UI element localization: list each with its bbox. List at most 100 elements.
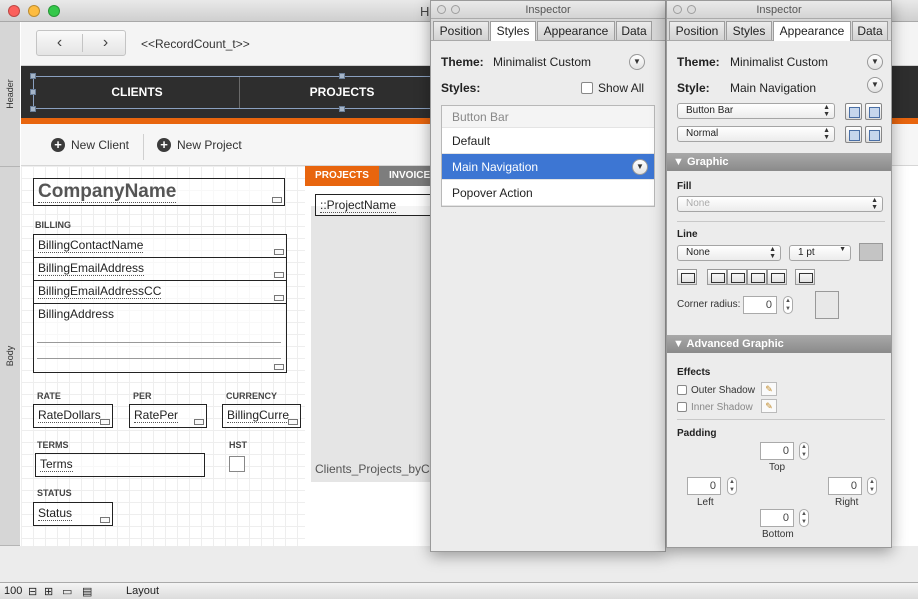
- billing-email-field[interactable]: BillingEmailAddress: [33, 257, 287, 281]
- status-field[interactable]: Status: [33, 502, 113, 526]
- padding-right-input[interactable]: 0: [828, 477, 862, 495]
- border-right-icon[interactable]: [727, 269, 747, 285]
- mode-label[interactable]: Layout: [126, 585, 159, 597]
- tab-appearance[interactable]: Appearance: [773, 21, 851, 41]
- minimize-window-button[interactable]: [28, 5, 40, 17]
- outer-shadow-edit-icon[interactable]: ✎: [761, 382, 777, 396]
- project-name-field[interactable]: ::ProjectName: [315, 194, 445, 216]
- fill-popup[interactable]: None ▲ ▼: [677, 196, 883, 212]
- revert-style-icon[interactable]: [865, 103, 882, 120]
- button-bar-selection[interactable]: [33, 76, 433, 109]
- padding-top-stepper[interactable]: ▲ ▼: [799, 442, 809, 460]
- tab-position[interactable]: Position: [669, 21, 725, 40]
- line-color-swatch[interactable]: [859, 243, 883, 261]
- theme-menu-button[interactable]: ▼: [629, 54, 645, 70]
- object-state-popup[interactable]: Normal ▲ ▼: [677, 126, 835, 142]
- zoom-out-icon[interactable]: ⊟: [28, 585, 37, 598]
- line-width-popup[interactable]: 1 pt ▼: [789, 245, 851, 261]
- border-left-icon[interactable]: [767, 269, 787, 285]
- padding-right-stepper[interactable]: ▲ ▼: [867, 477, 877, 495]
- part-tab-body[interactable]: Body: [0, 167, 20, 546]
- rate-field[interactable]: RateDollars: [33, 404, 113, 428]
- style-item-main-navigation[interactable]: Main Navigation ▼: [442, 154, 654, 180]
- billing-email-cc-field[interactable]: BillingEmailAddressCC: [33, 280, 287, 304]
- new-project-button[interactable]: + New Project: [157, 138, 242, 152]
- new-client-button[interactable]: + New Client: [51, 138, 129, 152]
- copy-style-icon[interactable]: [845, 126, 862, 143]
- currency-field[interactable]: BillingCurre: [222, 404, 301, 428]
- part-rail: Header Body: [0, 22, 20, 546]
- portal-name-label: Clients_Projects_byC: [315, 462, 430, 476]
- tab-position[interactable]: Position: [433, 21, 489, 40]
- corner-selector[interactable]: [815, 291, 839, 319]
- border-all-icon[interactable]: [677, 269, 697, 285]
- toggle-part-icon[interactable]: ▭: [62, 585, 72, 598]
- resize-handle[interactable]: [339, 73, 345, 79]
- tab-styles[interactable]: Styles: [490, 21, 536, 41]
- line-style-popup[interactable]: None ▲ ▼: [677, 245, 781, 261]
- object-part-popup[interactable]: Button Bar ▲ ▼: [677, 103, 835, 119]
- show-all-label: Show All: [598, 81, 645, 95]
- padding-bottom-input[interactable]: 0: [760, 509, 794, 527]
- resize-handle[interactable]: [339, 106, 345, 112]
- next-record-button[interactable]: ›: [83, 31, 128, 55]
- tab-data[interactable]: Data: [616, 21, 652, 40]
- graphic-section-header[interactable]: ▼ Graphic: [667, 153, 891, 171]
- inspector-appearance-window: Inspector Position Styles Appearance Dat…: [666, 0, 892, 548]
- tab-styles[interactable]: Styles: [726, 21, 772, 40]
- padding-left-stepper[interactable]: ▲ ▼: [727, 477, 737, 495]
- corner-radius-input[interactable]: 0: [743, 296, 777, 314]
- record-count-merge-field[interactable]: <<RecordCount_t>>: [141, 37, 250, 51]
- advanced-graphic-section-header[interactable]: ▼ Advanced Graphic: [667, 335, 891, 353]
- styles-label: Styles:: [441, 81, 481, 95]
- zoom-window-button[interactable]: [48, 5, 60, 17]
- close-inspector-button[interactable]: [673, 5, 682, 14]
- padding-bottom-stepper[interactable]: ▲ ▼: [799, 509, 809, 527]
- per-field[interactable]: RatePer: [129, 404, 207, 428]
- tab-data[interactable]: Data: [852, 21, 888, 40]
- style-options-button[interactable]: ▼: [632, 159, 648, 175]
- projects-portal[interactable]: [311, 206, 441, 482]
- close-inspector-button[interactable]: [437, 5, 446, 14]
- toggle-toolbar-icon[interactable]: ▤: [82, 585, 92, 598]
- style-item-popover-action[interactable]: Popover Action: [442, 180, 654, 206]
- hst-checkbox[interactable]: [229, 456, 245, 472]
- corner-radius-label: Corner radius:: [677, 299, 741, 310]
- terms-field[interactable]: Terms: [35, 453, 205, 477]
- zoom-level[interactable]: 100: [4, 585, 22, 597]
- border-top-icon[interactable]: [707, 269, 727, 285]
- previous-record-button[interactable]: ‹: [37, 31, 82, 55]
- zoom-in-icon[interactable]: ⊞: [44, 585, 53, 598]
- style-menu-button[interactable]: ▼: [867, 77, 883, 93]
- theme-menu-button[interactable]: ▼: [867, 54, 883, 70]
- corner-radius-stepper[interactable]: ▲ ▼: [783, 296, 793, 314]
- inner-shadow-checkbox[interactable]: [677, 402, 687, 412]
- border-inner-icon[interactable]: [795, 269, 815, 285]
- inspector-title-bar[interactable]: Inspector: [431, 1, 665, 19]
- billing-contact-field[interactable]: BillingContactName: [33, 234, 287, 258]
- paste-style-icon[interactable]: [865, 126, 882, 143]
- styles-list: Button Bar Default Main Navigation ▼ Popo…: [441, 105, 655, 207]
- portal-tab-projects[interactable]: PROJECTS: [305, 166, 379, 186]
- part-label-body: Body: [5, 345, 15, 367]
- resize-handle[interactable]: [30, 73, 36, 79]
- style-item-default[interactable]: Default: [442, 128, 654, 154]
- show-all-checkbox[interactable]: [581, 82, 593, 94]
- billing-address-field[interactable]: BillingAddress: [33, 303, 287, 373]
- outer-shadow-checkbox[interactable]: [677, 385, 687, 395]
- resize-handle[interactable]: [30, 106, 36, 112]
- minimize-inspector-button[interactable]: [451, 5, 460, 14]
- inner-shadow-edit-icon[interactable]: ✎: [761, 399, 777, 413]
- border-bottom-icon[interactable]: [747, 269, 767, 285]
- inspector-title-bar[interactable]: Inspector: [667, 1, 891, 19]
- close-window-button[interactable]: [8, 5, 20, 17]
- part-tab-header[interactable]: Header: [0, 22, 20, 167]
- tab-appearance[interactable]: Appearance: [537, 21, 615, 40]
- padding-left-input[interactable]: 0: [687, 477, 721, 495]
- minimize-inspector-button[interactable]: [687, 5, 696, 14]
- resize-handle[interactable]: [30, 89, 36, 95]
- company-name-field[interactable]: CompanyName: [33, 178, 285, 206]
- padding-top-input[interactable]: 0: [760, 442, 794, 460]
- save-style-icon[interactable]: [845, 103, 862, 120]
- billing-label: BILLING: [35, 220, 71, 230]
